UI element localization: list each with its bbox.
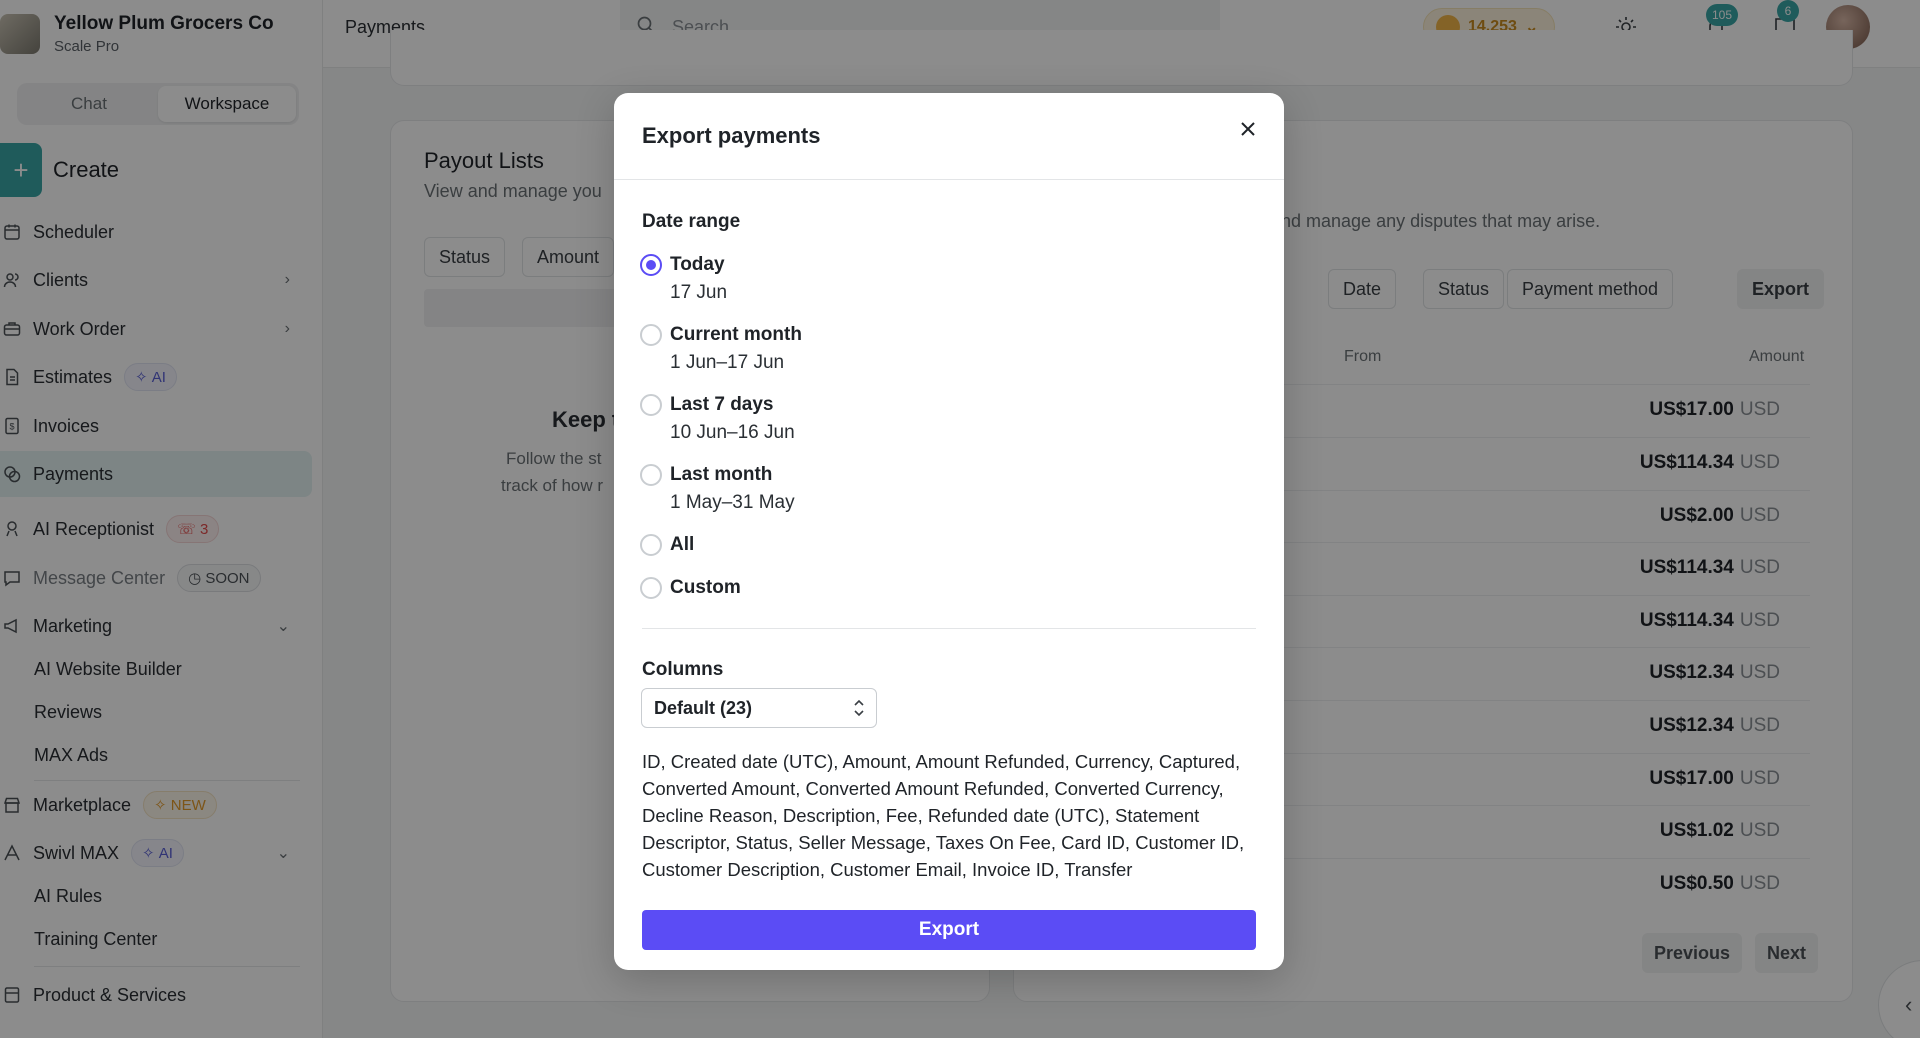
radio-sublabel: 17 Jun: [670, 282, 728, 303]
radio-sublabel: 1 May–31 May: [670, 492, 795, 513]
columns-select-value: Default (23): [654, 697, 753, 718]
radio-custom[interactable]: Custom: [640, 576, 1240, 600]
radio-current-month[interactable]: Current month 1 Jun–17 Jun: [640, 323, 1240, 375]
radio-label: All: [670, 534, 695, 555]
radio-sublabel: 10 Jun–16 Jun: [670, 422, 795, 443]
columns-list-text: ID, Created date (UTC), Amount, Amount R…: [642, 751, 1245, 880]
radio-button[interactable]: [640, 534, 662, 556]
radio-label: Last month: [670, 464, 773, 485]
radio-label: Custom: [670, 577, 741, 598]
date-range-label: Date range: [642, 211, 741, 232]
radio-label: Today: [670, 254, 725, 275]
radio-today[interactable]: Today 17 Jun: [640, 253, 1240, 305]
radio-button[interactable]: [640, 577, 662, 599]
divider: [614, 179, 1284, 180]
export-button[interactable]: Export: [642, 910, 1256, 950]
close-icon[interactable]: [1232, 113, 1264, 145]
radio-button[interactable]: [640, 254, 662, 276]
radio-last-7-days[interactable]: Last 7 days 10 Jun–16 Jun: [640, 393, 1240, 445]
columns-select[interactable]: Default (23): [641, 688, 877, 728]
radio-last-month[interactable]: Last month 1 May–31 May: [640, 463, 1240, 515]
radio-all[interactable]: All: [640, 533, 1240, 557]
export-payments-modal: Export payments Date range Today 17 Jun …: [614, 93, 1284, 970]
radio-label: Current month: [670, 324, 802, 345]
radio-label: Last 7 days: [670, 394, 774, 415]
radio-button[interactable]: [640, 464, 662, 486]
radio-button[interactable]: [640, 324, 662, 346]
modal-title: Export payments: [642, 123, 821, 148]
radio-button[interactable]: [640, 394, 662, 416]
radio-sublabel: 1 Jun–17 Jun: [670, 352, 785, 373]
columns-label: Columns: [642, 659, 724, 680]
divider: [642, 628, 1256, 629]
chevron-updown-icon: [852, 697, 866, 724]
